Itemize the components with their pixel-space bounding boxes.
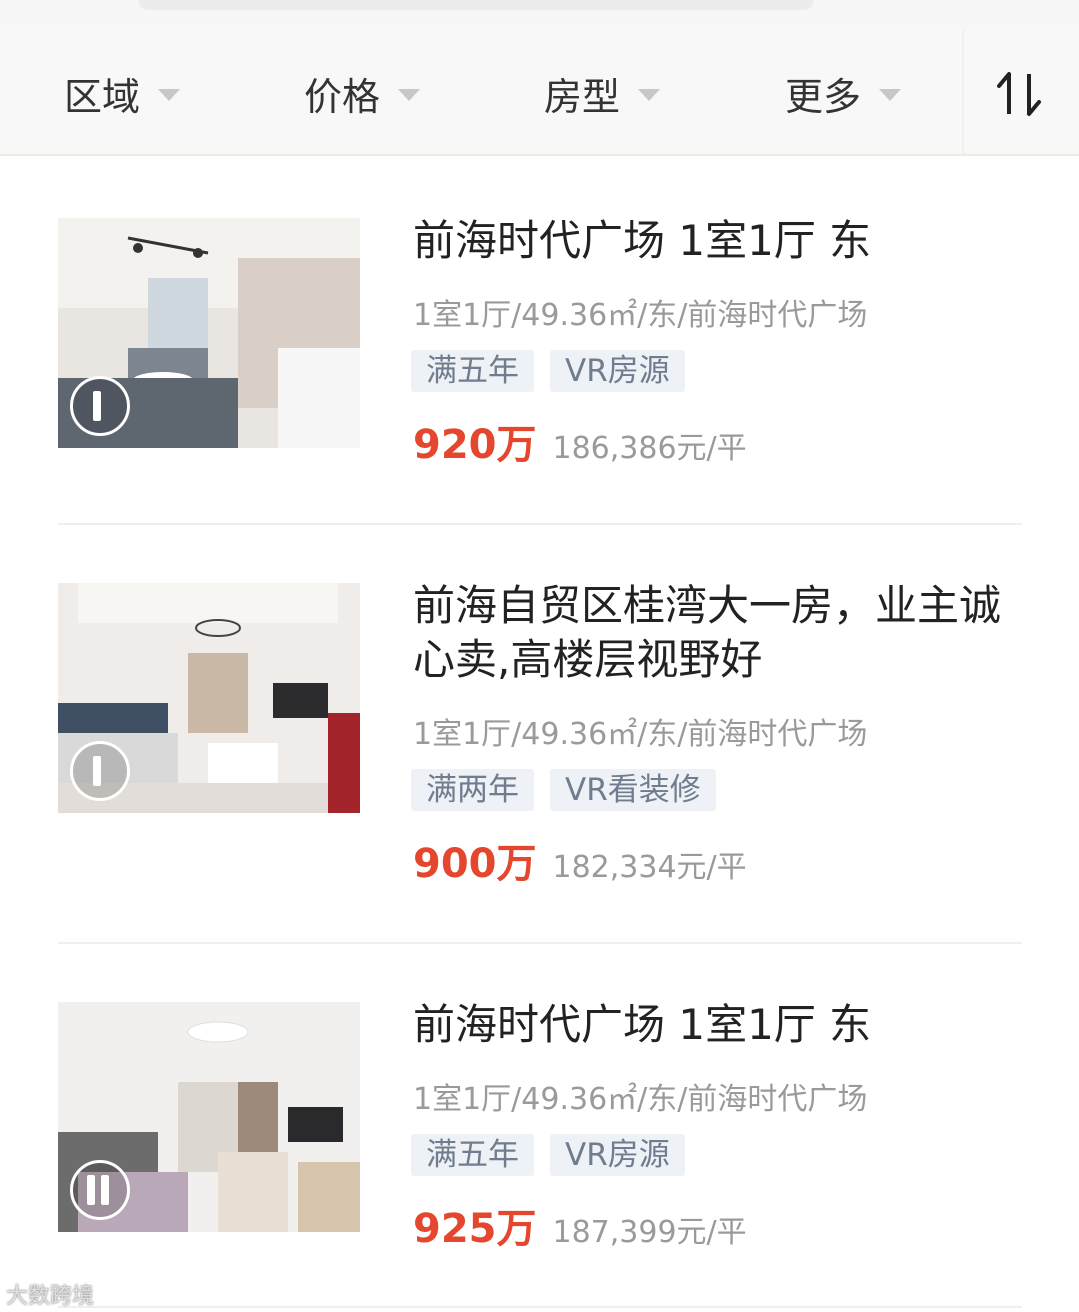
- watermark: 大数跨境: [6, 1284, 95, 1309]
- tag-badge: VR房源: [550, 350, 685, 392]
- filter-layout[interactable]: 房型: [544, 68, 661, 119]
- listing-unit-price: 187,399元/平: [552, 1215, 747, 1250]
- listing-title: 前海自贸区桂湾大一房，业主诚心卖,高楼层视野好: [413, 581, 1002, 684]
- tag-badge: VR看装修: [550, 769, 716, 811]
- listing-item[interactable]: 前海时代广场 1室1厅 东 1室1厅/49.36㎡/东/前海时代广场 满五年 V…: [0, 984, 1079, 1284]
- listing-item[interactable]: 前海时代广场 1室1厅 东 1室1厅/49.36㎡/东/前海时代广场 满五年 V…: [0, 200, 1079, 500]
- listing-price-row: 925万 187,399元/平: [413, 1196, 747, 1254]
- tag-badge: 满五年: [411, 1134, 534, 1176]
- listing-title: 前海时代广场 1室1厅 东: [413, 1000, 872, 1049]
- listing-page: 区域 价格 房型 更多 前海时代广场 1室1厅 东 1室1厅/49.36㎡/东/…: [0, 0, 1079, 1312]
- divider: [58, 523, 1022, 525]
- listing-price: 900万: [413, 841, 537, 887]
- listing-item[interactable]: 前海自贸区桂湾大一房，业主诚心卖,高楼层视野好 1室1厅/49.36㎡/东/前海…: [0, 565, 1079, 887]
- listing-tags: 满五年 VR房源: [411, 1134, 701, 1176]
- filter-bar: 区域 价格 房型 更多: [0, 30, 1079, 156]
- listing-unit-price: 182,334元/平: [552, 850, 747, 885]
- tag-badge: 满两年: [411, 769, 534, 811]
- listing-meta: 1室1厅/49.36㎡/东/前海时代广场: [413, 298, 868, 333]
- vr-play-icon: [70, 1160, 130, 1220]
- vr-play-icon: [70, 741, 130, 801]
- filter-layout-label: 房型: [544, 74, 621, 119]
- listing-price-row: 900万 182,334元/平: [413, 831, 747, 889]
- sort-icon[interactable]: [995, 70, 1047, 118]
- tag-badge: 满五年: [411, 350, 534, 392]
- tag-badge: VR房源: [550, 1134, 685, 1176]
- listing-photo: [58, 1002, 360, 1232]
- listing-title: 前海时代广场 1室1厅 东: [413, 216, 872, 265]
- search-bar-area: [0, 0, 1079, 30]
- search-input[interactable]: [138, 0, 814, 10]
- listing-price: 925万: [413, 1206, 537, 1252]
- listing-price-row: 920万 186,386元/平: [413, 412, 747, 470]
- divider: [58, 1306, 1022, 1308]
- filter-more-label: 更多: [785, 74, 862, 119]
- chevron-down-icon: [158, 89, 181, 101]
- filter-price[interactable]: 价格: [304, 68, 421, 119]
- divider: [962, 30, 964, 154]
- listing-meta: 1室1厅/49.36㎡/东/前海时代广场: [413, 717, 868, 752]
- listing-photo: [58, 583, 360, 813]
- listing-tags: 满两年 VR看装修: [411, 769, 732, 811]
- listing-tags: 满五年 VR房源: [411, 350, 701, 392]
- listing-price: 920万: [413, 422, 537, 468]
- filter-region-label: 区域: [64, 74, 141, 119]
- listing-meta: 1室1厅/49.36㎡/东/前海时代广场: [413, 1082, 868, 1117]
- vr-play-icon: [70, 376, 130, 436]
- filter-more[interactable]: 更多: [785, 68, 902, 119]
- chevron-down-icon: [398, 89, 421, 101]
- listing-photo: [58, 218, 360, 448]
- chevron-down-icon: [638, 89, 661, 101]
- listing-unit-price: 186,386元/平: [552, 431, 747, 466]
- filter-region[interactable]: 区域: [64, 68, 181, 119]
- filter-price-label: 价格: [304, 74, 381, 119]
- chevron-down-icon: [879, 89, 902, 101]
- divider: [58, 942, 1022, 944]
